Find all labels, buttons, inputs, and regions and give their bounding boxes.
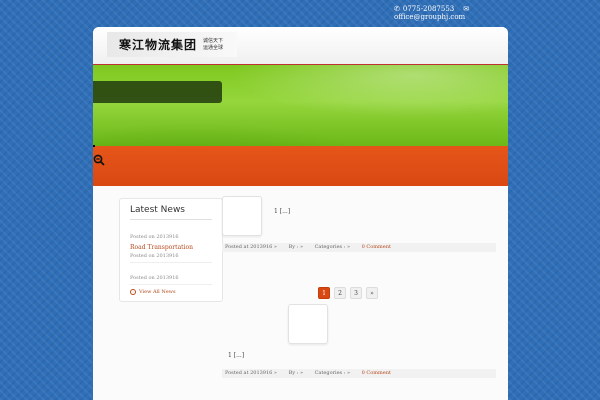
post-date: Posted at 2013916 » — [225, 244, 277, 250]
post-thumbnail[interactable] — [222, 196, 262, 236]
news-date: Posted on 2013916 — [130, 275, 179, 281]
post-author: By : » — [288, 244, 304, 250]
hero-banner — [93, 65, 508, 146]
site-logo[interactable]: 寒江物流集团 诚信天下 运通全球 — [107, 32, 237, 57]
main-content: Latest News Posted on 2013916 Road Trans… — [93, 186, 508, 400]
logo-text: 寒江物流集团 — [119, 38, 198, 52]
latest-news-widget: Latest News Posted on 2013916 Road Trans… — [119, 198, 223, 302]
post-excerpt: 1 [...] — [274, 208, 291, 215]
phone-number: 0775-2087553 — [402, 5, 455, 13]
page-container: 寒江物流集团 诚信天下 运通全球 Latest News Posted on 2… — [93, 27, 508, 400]
page-1-button[interactable]: 1 — [318, 287, 330, 299]
banner-caption-panel — [93, 81, 222, 103]
phone-icon: ✆ — [394, 5, 400, 13]
page-2-button[interactable]: 2 — [334, 287, 346, 299]
pagination: 1 2 3 » — [318, 287, 378, 299]
post-categories: Categories : » — [314, 370, 351, 376]
logo-slogan: 诚信天下 运通全球 — [203, 38, 223, 52]
news-title[interactable]: Road Transportation — [130, 244, 212, 251]
post-author: By : » — [288, 370, 304, 376]
divider — [130, 262, 212, 263]
post-date: Posted at 2013916 » — [225, 370, 277, 376]
divider — [130, 284, 212, 285]
news-date: Posted on 2013916 — [130, 253, 179, 259]
slogan-line-1: 诚信天下 — [203, 37, 224, 44]
post-meta: Posted at 2013916 » By : » Categories : … — [222, 243, 496, 252]
post-comments-link[interactable]: 0 Comment — [362, 244, 391, 250]
news-list: Posted on 2013916 Road Transportation Po… — [120, 234, 222, 285]
contact-bar: ✆ 0775-2087553 ✉ office@grouphj.com — [394, 5, 469, 21]
view-all-label: View All News — [139, 289, 176, 295]
slogan-line-2: 运通全球 — [203, 44, 224, 51]
page-3-button[interactable]: 3 — [350, 287, 362, 299]
slider-dot[interactable] — [93, 145, 95, 147]
email-link[interactable]: office@grouphj.com — [394, 13, 465, 21]
post-thumbnail[interactable] — [288, 304, 328, 344]
view-all-news-link[interactable]: › View All News — [130, 289, 176, 295]
news-date: Posted on 2013916 — [130, 234, 179, 240]
zoom-out-icon[interactable] — [93, 154, 105, 166]
site-header: 寒江物流集团 诚信天下 运通全球 — [93, 27, 508, 65]
next-page-button[interactable]: » — [366, 287, 378, 299]
arrow-circle-icon: › — [130, 289, 136, 295]
post-categories: Categories : » — [314, 244, 351, 250]
post-excerpt: 1 [...] — [228, 352, 245, 359]
post-meta: Posted at 2013916 » By : » Categories : … — [222, 369, 496, 378]
post-item: 1 [...] Posted at 2013916 » By : » Categ… — [222, 196, 496, 266]
post-item: 1 [...] Posted at 2013916 » By : » Categ… — [222, 304, 496, 400]
post-comments-link[interactable]: 0 Comment — [362, 370, 391, 376]
widget-title: Latest News — [130, 205, 185, 215]
slider-strip — [93, 145, 508, 186]
envelope-icon[interactable]: ✉ — [463, 5, 469, 13]
divider — [130, 219, 212, 220]
